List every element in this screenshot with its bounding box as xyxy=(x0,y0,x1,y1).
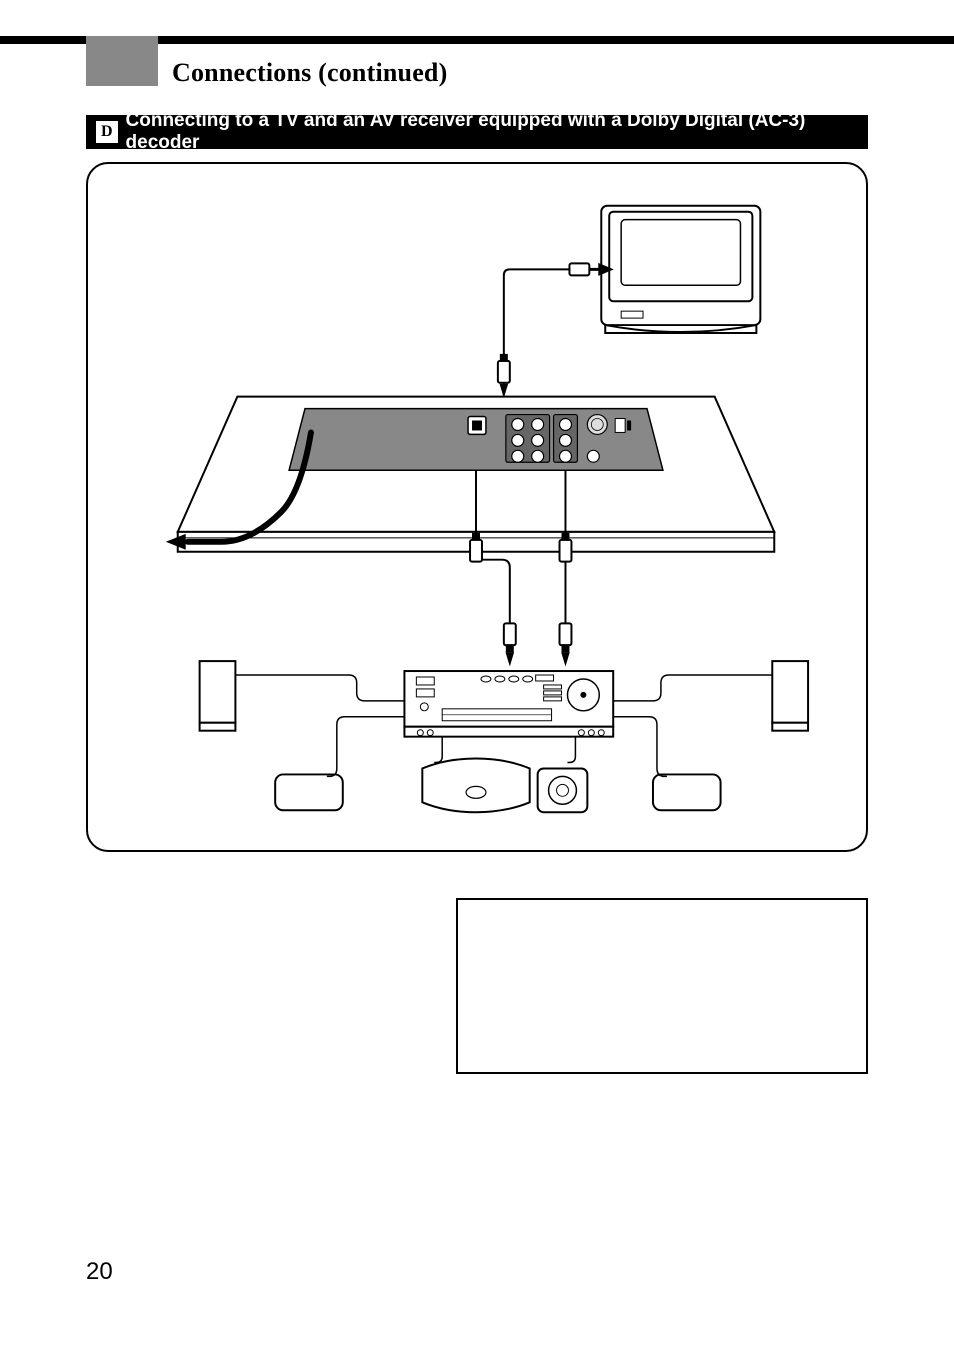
page-title: Connections (continued) xyxy=(172,58,447,88)
power-arrow-icon xyxy=(166,534,186,550)
front-speaker-right xyxy=(772,661,808,731)
section-label-box: D xyxy=(96,121,118,143)
section-label: D xyxy=(101,123,113,141)
diagram-svg xyxy=(88,164,866,850)
note-box xyxy=(456,898,868,1074)
front-speaker-left xyxy=(200,661,236,731)
wire-center xyxy=(567,737,575,763)
wire-surround-left xyxy=(327,717,405,777)
wire-surround-right xyxy=(613,717,667,777)
cable-video xyxy=(498,263,611,394)
av-receiver xyxy=(404,671,613,737)
subwoofer xyxy=(422,759,529,813)
wire-front-left xyxy=(235,675,404,701)
page-number: 20 xyxy=(86,1258,113,1286)
wire-subwoofer xyxy=(434,737,442,763)
section-tab xyxy=(86,36,158,86)
connection-diagram xyxy=(86,162,868,852)
surround-speaker-left xyxy=(275,774,343,810)
center-speaker xyxy=(538,768,588,812)
tv-icon xyxy=(601,206,760,333)
section-subtitle: Connecting to a TV and an AV receiver eq… xyxy=(126,110,868,154)
surround-speaker-right xyxy=(653,774,721,810)
page: Connections (continued) D Connecting to … xyxy=(0,0,954,1346)
section-heading: D Connecting to a TV and an AV receiver … xyxy=(86,115,868,149)
wire-front-right xyxy=(613,675,772,701)
